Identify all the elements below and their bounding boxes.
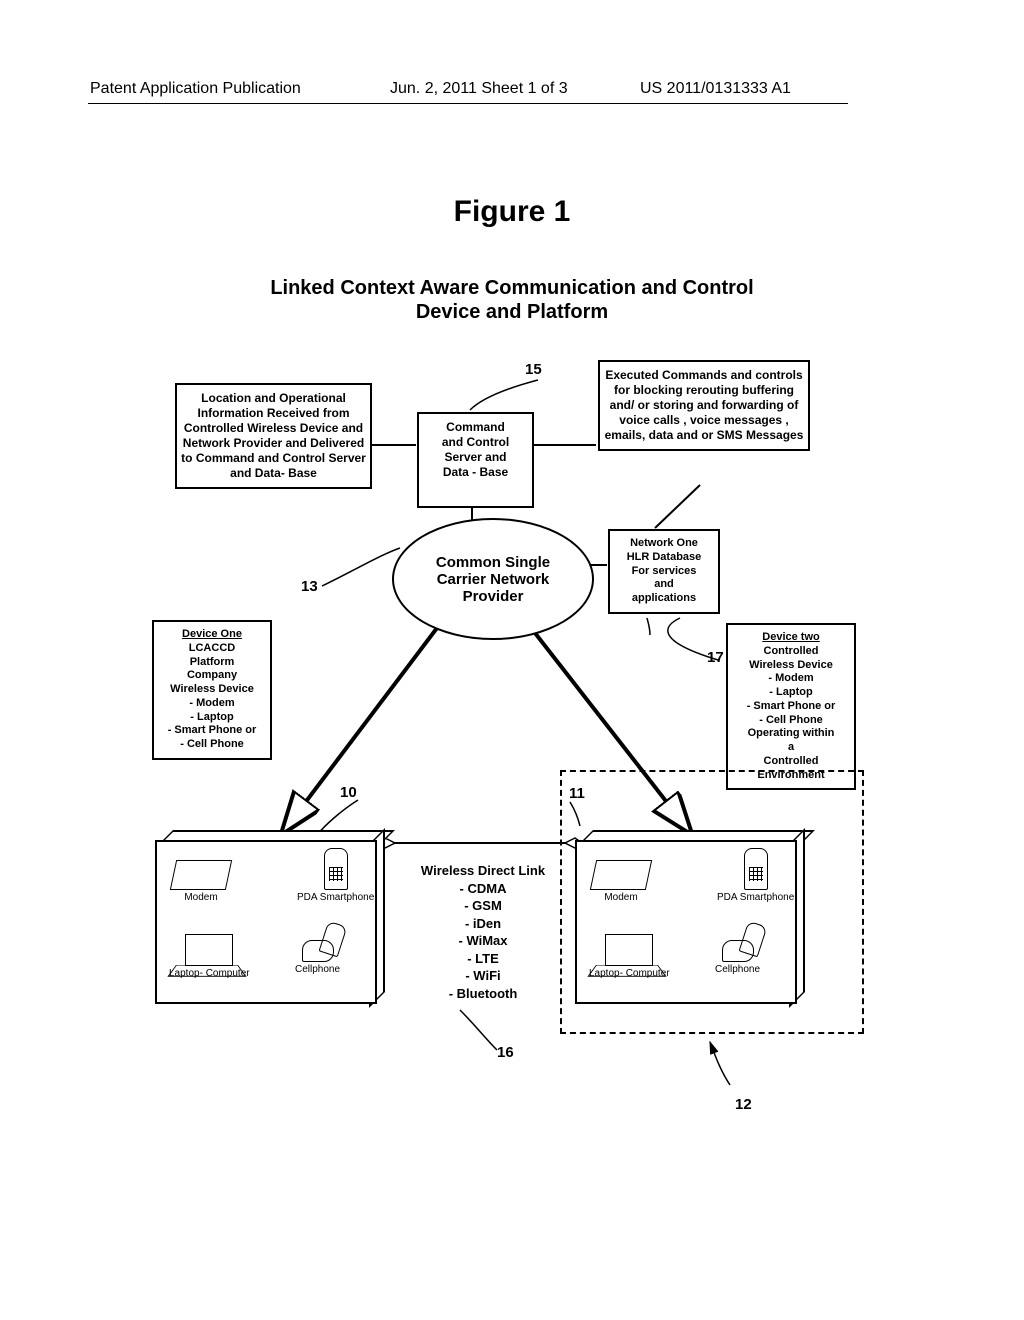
- dev2-title: Device two: [762, 631, 819, 643]
- link-title: Wireless Direct Link: [408, 862, 558, 880]
- subtitle-line-1: Linked Context Aware Communication and C…: [270, 277, 753, 299]
- device-panel-right: Modem PDA Smartphone Laptop- Computer Ce…: [575, 830, 793, 1000]
- ccs-l4: Data - Base: [423, 465, 528, 480]
- dev2-l8: a: [788, 741, 794, 753]
- dev1-l6: - Laptop: [190, 711, 233, 723]
- link-wimax: - WiMax: [408, 932, 558, 950]
- dev1-l7: - Smart Phone or: [168, 724, 257, 736]
- cellphone-icon-r: Cellphone: [715, 940, 760, 975]
- header-pub-number: US 2011/0131333 A1: [640, 80, 791, 98]
- box-device-two: Device two Controlled Wireless Device - …: [726, 623, 856, 790]
- wireless-link-list: Wireless Direct Link - CDMA - GSM - iDen…: [408, 862, 558, 1002]
- patent-figure-page: Patent Application Publication Jun. 2, 2…: [0, 0, 1024, 1320]
- pda-icon: PDA Smartphone: [297, 848, 374, 903]
- box-hlr-database: Network One HLR Database For services an…: [608, 529, 720, 614]
- ellipse-l1: Common Single: [436, 554, 550, 571]
- cell-label-r: Cellphone: [715, 964, 760, 975]
- ellipse-carrier-network: Common Single Carrier Network Provider: [392, 518, 594, 640]
- figure-subtitle: Linked Context Aware Communication and C…: [0, 276, 1024, 324]
- dev2-l5: - Smart Phone or: [747, 700, 836, 712]
- link-cdma: - CDMA: [408, 880, 558, 898]
- dev2-l3: - Modem: [768, 672, 813, 684]
- box-executed-commands: Executed Commands and controls for block…: [598, 360, 810, 451]
- box-command-control-server: Command and Control Server and Data - Ba…: [417, 412, 534, 508]
- panel3d-front-r: Modem PDA Smartphone Laptop- Computer Ce…: [575, 840, 797, 1004]
- dev1-l2: Platform: [190, 656, 235, 668]
- dev1-l5: - Modem: [189, 697, 234, 709]
- modem-label-r: Modem: [604, 892, 637, 903]
- dev1-title: Device One: [182, 628, 242, 640]
- hlr-l3: For services: [614, 565, 714, 579]
- box-device-one: Device One LCACCD Platform Company Wirel…: [152, 620, 272, 760]
- ccs-l3: Server and: [423, 450, 528, 465]
- ref-10: 10: [340, 784, 357, 801]
- hlr-l4: and: [614, 578, 714, 592]
- dev1-l1: LCACCD: [189, 642, 235, 654]
- dev1-l3: Company: [187, 669, 237, 681]
- ref-15: 15: [525, 361, 542, 378]
- subtitle-line-2: Device and Platform: [416, 301, 608, 323]
- ellipse-l2: Carrier Network: [436, 571, 550, 588]
- link-wifi: - WiFi: [408, 967, 558, 985]
- hlr-l2: HLR Database: [614, 551, 714, 565]
- ref-12: 12: [735, 1096, 752, 1113]
- panel3d-front: Modem PDA Smartphone Laptop- Computer Ce…: [155, 840, 377, 1004]
- pda-label-r: PDA Smartphone: [717, 892, 794, 903]
- header-date-sheet: Jun. 2, 2011 Sheet 1 of 3: [390, 80, 568, 98]
- ccs-l1: Command: [423, 420, 528, 435]
- hlr-l5: applications: [614, 592, 714, 606]
- hlr-l1: Network One: [614, 537, 714, 551]
- dev2-l2: Wireless Device: [749, 659, 833, 671]
- dev2-l1: Controlled: [764, 645, 819, 657]
- ellipse-l3: Provider: [436, 588, 550, 605]
- cell-label: Cellphone: [295, 964, 340, 975]
- dev1-l4: Wireless Device: [170, 683, 254, 695]
- modem-icon: Modem: [173, 860, 229, 903]
- device-panel-left: Modem PDA Smartphone Laptop- Computer Ce…: [155, 830, 373, 1000]
- dev1-l8: - Cell Phone: [180, 738, 244, 750]
- header-rule: [88, 103, 848, 104]
- laptop-icon-r: Laptop- Computer: [589, 934, 670, 979]
- link-bt: - Bluetooth: [408, 985, 558, 1003]
- dev2-l4: - Laptop: [769, 686, 812, 698]
- ref-16: 16: [497, 1044, 514, 1061]
- link-lte: - LTE: [408, 950, 558, 968]
- dev2-l7: Operating within: [748, 727, 835, 739]
- header-publication: Patent Application Publication: [90, 80, 301, 98]
- pda-label: PDA Smartphone: [297, 892, 374, 903]
- dev2-l6: - Cell Phone: [759, 714, 823, 726]
- dev2-l9: Controlled: [764, 755, 819, 767]
- laptop-icon: Laptop- Computer: [169, 934, 250, 979]
- link-iden: - iDen: [408, 915, 558, 933]
- ccs-l2: and Control: [423, 435, 528, 450]
- cellphone-icon: Cellphone: [295, 940, 340, 975]
- figure-number: Figure 1: [0, 195, 1024, 229]
- ref-17: 17: [707, 649, 724, 666]
- link-gsm: - GSM: [408, 897, 558, 915]
- modem-icon-r: Modem: [593, 860, 649, 903]
- box-location-info: Location and Operational Information Rec…: [175, 383, 372, 489]
- modem-label: Modem: [184, 892, 217, 903]
- pda-icon-r: PDA Smartphone: [717, 848, 794, 903]
- ref-13: 13: [301, 578, 318, 595]
